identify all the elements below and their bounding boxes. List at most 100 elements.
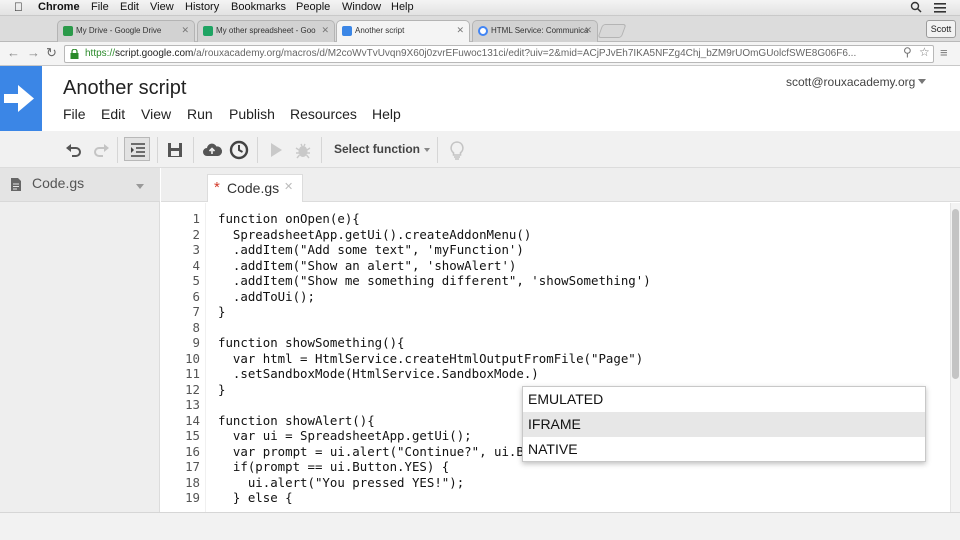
chevron-down-icon[interactable] <box>136 184 144 189</box>
notification-center-icon[interactable] <box>934 2 946 16</box>
back-icon[interactable]: ← <box>7 46 20 60</box>
close-icon[interactable]: ✕ <box>456 25 464 36</box>
new-tab-button[interactable] <box>597 24 627 38</box>
code-text: var prompt = ui.alert("Continue?", ui.B <box>218 443 524 459</box>
spotlight-icon[interactable] <box>910 1 922 16</box>
arrow-right-icon <box>4 85 34 112</box>
save-icon[interactable] <box>164 139 186 161</box>
chevron-down-icon[interactable] <box>424 148 430 152</box>
code-text: .addItem("Add some text", 'myFunction') <box>218 242 524 257</box>
drive-icon <box>63 26 73 36</box>
menubar-item-view[interactable]: View <box>150 1 174 13</box>
run-play-icon[interactable] <box>265 139 287 161</box>
menubar-item-bookmarks[interactable]: Bookmarks <box>231 1 286 13</box>
close-icon[interactable]: ✕ <box>181 25 189 36</box>
line-number: 8 <box>192 319 200 335</box>
code-line[interactable]: 6 .addToUi(); <box>161 289 950 305</box>
line-number: 9 <box>192 335 200 350</box>
file-sidebar: Code.gs <box>0 168 160 512</box>
code-text: function showSomething(){ <box>218 335 405 350</box>
account-caret-icon[interactable] <box>918 79 926 84</box>
profile-button[interactable]: Scott <box>926 20 956 38</box>
close-icon[interactable]: ✕ <box>584 25 592 36</box>
menu-resources[interactable]: Resources <box>290 106 357 122</box>
line-number: 19 <box>185 490 200 505</box>
line-number: 5 <box>192 273 200 288</box>
autocomplete-popup: EMULATED IFRAME NATIVE <box>522 386 926 462</box>
code-line[interactable]: 8 <box>161 320 950 336</box>
menu-run[interactable]: Run <box>187 106 213 122</box>
url-domain: script.google.com <box>115 48 194 59</box>
menu-publish[interactable]: Publish <box>229 106 275 122</box>
project-title[interactable]: Another script <box>63 77 186 100</box>
line-number: 13 <box>185 397 200 412</box>
close-icon[interactable]: ✕ <box>284 180 293 193</box>
vertical-scrollbar[interactable] <box>950 203 960 512</box>
menubar-item-edit[interactable]: Edit <box>120 1 139 13</box>
editor-tab-code-gs[interactable]: * Code.gs ✕ <box>207 174 303 202</box>
apple-icon[interactable]:  <box>14 0 23 14</box>
code-editor[interactable]: 1 function onOpen(e){2 SpreadsheetApp.get… <box>161 203 950 512</box>
code-line[interactable]: 19 } else { <box>161 490 950 506</box>
indent-icon[interactable] <box>124 137 150 161</box>
menubar-app-name[interactable]: Chrome <box>38 1 80 13</box>
forward-icon[interactable]: → <box>27 46 40 60</box>
menubar-item-people[interactable]: People <box>296 1 330 13</box>
bookmark-star-icon[interactable]: ☆ <box>919 45 930 59</box>
zoom-icon[interactable]: ⚲ <box>903 45 912 59</box>
menubar-item-window[interactable]: Window <box>342 1 381 13</box>
close-icon[interactable]: ✕ <box>321 25 329 36</box>
menu-file[interactable]: File <box>63 106 86 122</box>
sidebar-file-code-gs[interactable]: Code.gs <box>0 168 160 202</box>
line-number: 2 <box>192 226 200 242</box>
debug-bug-icon[interactable] <box>292 139 314 161</box>
unsaved-marker: * <box>214 179 220 196</box>
menu-help[interactable]: Help <box>372 106 401 122</box>
chrome-menu-icon[interactable]: ≡ <box>940 45 948 60</box>
account-email[interactable]: scott@rouxacademy.org <box>786 75 915 89</box>
address-bar[interactable]: https://script.google.com/a/rouxacademy.… <box>64 45 934 63</box>
code-text: var html = HtmlService.createHtmlOutputF… <box>218 350 644 366</box>
menubar-item-file[interactable]: File <box>91 1 109 13</box>
code-line[interactable]: 1 function onOpen(e){ <box>161 211 950 227</box>
browser-toolbar: ← → ↻ https://script.google.com/a/rouxac… <box>0 42 960 66</box>
menubar-item-history[interactable]: History <box>185 1 219 13</box>
browser-tab-html-service[interactable]: HTML Service: Communica ✕ <box>472 20 598 42</box>
lock-icon <box>70 49 79 59</box>
apps-script-logo[interactable] <box>0 66 42 131</box>
browser-tab-drive[interactable]: My Drive - Google Drive ✕ <box>57 20 195 42</box>
browser-tab-another-script[interactable]: Another script ✕ <box>336 20 470 43</box>
code-line[interactable]: 11 .setSandboxMode(HtmlService.SandboxMo… <box>161 366 950 382</box>
code-line[interactable]: 4 .addItem("Show an alert", 'showAlert') <box>161 258 950 274</box>
select-function-dropdown[interactable]: Select function <box>334 142 420 156</box>
line-number: 11 <box>185 366 200 381</box>
code-line[interactable]: 2 SpreadsheetApp.getUi().createAddonMenu… <box>161 227 950 243</box>
triggers-clock-icon[interactable] <box>228 139 250 161</box>
editor-tab-bar: * Code.gs ✕ <box>161 168 960 202</box>
redo-icon[interactable] <box>90 139 112 161</box>
code-line[interactable]: 18 ui.alert("You pressed YES!"); <box>161 475 950 491</box>
code-line[interactable]: 5 .addItem("Show me something different"… <box>161 273 950 289</box>
editor-tab-label: Code.gs <box>227 180 280 196</box>
reload-icon[interactable]: ↻ <box>46 46 57 60</box>
menubar-item-help[interactable]: Help <box>391 1 414 13</box>
code-text: var ui = SpreadsheetApp.getUi(); <box>218 428 472 443</box>
code-line[interactable]: 7} <box>161 304 950 320</box>
autocomplete-option-emulated[interactable]: EMULATED <box>523 387 925 412</box>
scrollbar-thumb[interactable] <box>952 209 959 379</box>
undo-icon[interactable] <box>63 139 85 161</box>
apps-script-icon <box>342 26 352 36</box>
menu-view[interactable]: View <box>141 106 171 122</box>
url-path: /a/rouxacademy.org/macros/d/M2coWvTvUvqn… <box>193 48 857 59</box>
lightbulb-icon[interactable] <box>446 139 468 161</box>
code-line[interactable]: 3 .addItem("Add some text", 'myFunction'… <box>161 242 950 258</box>
publish-cloud-icon[interactable] <box>201 139 223 161</box>
browser-tab-spreadsheet[interactable]: My other spreadsheet - Goo ✕ <box>197 20 335 42</box>
menu-edit[interactable]: Edit <box>101 106 125 122</box>
autocomplete-option-iframe[interactable]: IFRAME <box>523 412 925 437</box>
line-number: 12 <box>185 381 200 397</box>
autocomplete-option-native[interactable]: NATIVE <box>523 437 925 462</box>
code-text: } else { <box>218 490 293 505</box>
code-line[interactable]: 10 var html = HtmlService.createHtmlOutp… <box>161 351 950 367</box>
code-line[interactable]: 9 function showSomething(){ <box>161 335 950 351</box>
